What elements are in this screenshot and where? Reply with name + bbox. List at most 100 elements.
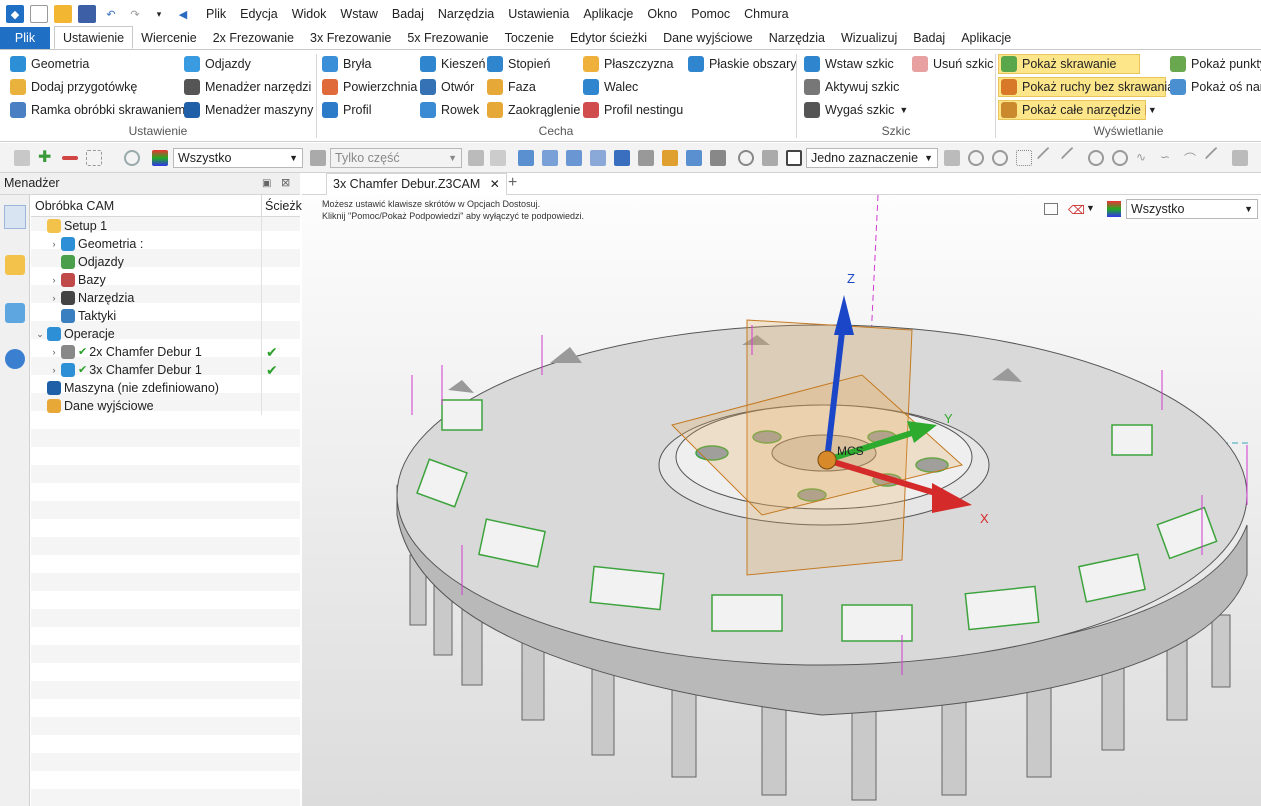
- surface-button[interactable]: Powierzchnia: [322, 77, 417, 97]
- tree-row[interactable]: › ✔ 3x Chamfer Debur 1 ✔: [31, 361, 300, 379]
- tab-badaj[interactable]: Badaj: [905, 27, 953, 49]
- play-icon[interactable]: [992, 150, 1008, 166]
- quick-access-dropdown-icon[interactable]: ▾: [150, 5, 168, 23]
- cylinder-button[interactable]: Walec: [583, 77, 638, 97]
- activate-sketch-button[interactable]: Aktywuj szkic: [804, 77, 899, 97]
- remove-icon[interactable]: [62, 156, 78, 160]
- machining-frame-button[interactable]: Ramka obróbki skrawaniem: [10, 100, 185, 120]
- tab-wizualizuj[interactable]: Wizualizuj: [833, 27, 905, 49]
- add-tab-icon[interactable]: +: [508, 173, 517, 193]
- show-tool-axis-button[interactable]: Pokaż oś narz: [1170, 77, 1261, 97]
- camera-icon[interactable]: [710, 150, 726, 166]
- solid-button[interactable]: Bryła: [322, 54, 371, 74]
- nesting-profile-button[interactable]: Profil nestingu: [583, 100, 683, 120]
- cursor-icon[interactable]: [614, 150, 630, 166]
- close-icon[interactable]: ✕: [490, 177, 500, 191]
- new-file-icon[interactable]: [30, 5, 48, 23]
- open-folder-icon[interactable]: [54, 5, 72, 23]
- close-icon[interactable]: ⊠: [281, 173, 290, 194]
- menu-narzedzia[interactable]: Narzędzia: [438, 7, 494, 21]
- selection-mode-select[interactable]: Jedno zaznaczenie ▼: [806, 148, 938, 168]
- fillet-button[interactable]: Zaokrąglenie: [487, 100, 580, 120]
- step-button[interactable]: Stopień: [487, 54, 550, 74]
- extinguish-sketch-button[interactable]: Wygaś szkic ▼: [804, 100, 908, 120]
- menu-widok[interactable]: Widok: [292, 7, 327, 21]
- document-tab[interactable]: 3x Chamfer Debur.Z3CAM ✕: [326, 173, 507, 195]
- machine-manager-button[interactable]: Menadżer maszyny: [184, 100, 313, 120]
- menu-aplikacje[interactable]: Aplikacje: [583, 7, 633, 21]
- add-stock-button[interactable]: Dodaj przygotówkę: [10, 77, 137, 97]
- arc-icon[interactable]: ⌒: [1184, 150, 1200, 166]
- circle-2-icon[interactable]: [1112, 150, 1128, 166]
- plane-button[interactable]: Płaszczyzna: [583, 54, 673, 74]
- view-2-icon[interactable]: [542, 150, 558, 166]
- tab-5x-frezowanie[interactable]: 5x Frezowanie: [399, 27, 496, 49]
- menu-edycja[interactable]: Edycja: [240, 7, 278, 21]
- approaches-button[interactable]: Odjazdy: [184, 54, 251, 74]
- part-manager-icon[interactable]: [5, 255, 25, 275]
- geometry-button[interactable]: Geometria: [10, 54, 89, 74]
- view-icon[interactable]: [518, 150, 534, 166]
- show-cutting-button[interactable]: Pokaż skrawanie: [998, 54, 1140, 74]
- menu-okno[interactable]: Okno: [647, 7, 677, 21]
- select-arrow-icon[interactable]: [14, 150, 30, 166]
- tab-aplikacje[interactable]: Aplikacje: [953, 27, 1019, 49]
- 3d-viewport[interactable]: Możesz ustawić klawisze skrótów w Opcjac…: [302, 195, 1261, 806]
- user-icon[interactable]: [5, 349, 25, 369]
- tree-row[interactable]: Dane wyjściowe: [31, 397, 300, 415]
- flat-areas-button[interactable]: Płaskie obszary: [688, 54, 797, 74]
- gear-icon[interactable]: [968, 150, 984, 166]
- tab-plik[interactable]: Plik: [0, 27, 50, 49]
- tree-row[interactable]: Maszyna (nie zdefiniowano): [31, 379, 300, 397]
- tab-wiercenie[interactable]: Wiercenie: [133, 27, 205, 49]
- expand-chevron-icon[interactable]: ⌄: [35, 325, 45, 343]
- insert-sketch-button[interactable]: Wstaw szkic: [804, 54, 894, 74]
- expand-chevron-icon[interactable]: ›: [49, 361, 59, 379]
- menu-plik[interactable]: Plik: [206, 7, 226, 21]
- undo-icon[interactable]: ↶: [102, 5, 120, 23]
- tree-row[interactable]: Setup 1: [31, 217, 300, 235]
- part-only-select[interactable]: Tylko część ▼: [330, 148, 462, 168]
- delete-sketch-button[interactable]: Usuń szkic: [912, 54, 993, 74]
- tab-2x-frezowanie[interactable]: 2x Frezowanie: [205, 27, 302, 49]
- cam-manager-icon[interactable]: [4, 205, 26, 229]
- save-icon[interactable]: [78, 5, 96, 23]
- tab-edytor-sciezki[interactable]: Edytor ścieżki: [562, 27, 655, 49]
- circle-icon[interactable]: [1088, 150, 1104, 166]
- snap-icon[interactable]: [762, 150, 778, 166]
- slot-button[interactable]: Rowek: [420, 100, 479, 120]
- show-whole-tool-button[interactable]: Pokaż całe narzędzie ▼: [998, 100, 1157, 120]
- chamfer-button[interactable]: Faza: [487, 77, 536, 97]
- column-sciezka[interactable]: Ścieżk: [265, 195, 302, 217]
- tree-row[interactable]: › ✔ 2x Chamfer Debur 1 ✔: [31, 343, 300, 361]
- folder-icon[interactable]: [662, 150, 678, 166]
- menu-badaj[interactable]: Badaj: [392, 7, 424, 21]
- tab-dane-wyjsciowe[interactable]: Dane wyjściowe: [655, 27, 761, 49]
- hole-button[interactable]: Otwór: [420, 77, 474, 97]
- collapse-left-icon[interactable]: ◀: [174, 5, 192, 23]
- menu-chmura[interactable]: Chmura: [744, 7, 788, 21]
- pocket-button[interactable]: Kieszeń: [420, 54, 485, 74]
- tool-manager-button[interactable]: Menadżer narzędzi: [184, 77, 311, 97]
- line-icon[interactable]: [1036, 146, 1060, 170]
- tab-toczenie[interactable]: Toczenie: [497, 27, 562, 49]
- tree-row[interactable]: Taktyki: [31, 307, 300, 325]
- tree-row[interactable]: Odjazdy: [31, 253, 300, 271]
- more-icon[interactable]: [1232, 150, 1248, 166]
- filter-select[interactable]: Wszystko ▼: [173, 148, 303, 168]
- menu-pomoc[interactable]: Pomoc: [691, 7, 730, 21]
- tab-narzedzia[interactable]: Narzędzia: [761, 27, 833, 49]
- tree-row[interactable]: › Narzędzia: [31, 289, 300, 307]
- image-manager-icon[interactable]: [5, 303, 25, 323]
- view-3-icon[interactable]: [566, 150, 582, 166]
- line-3-icon[interactable]: [1204, 146, 1228, 170]
- line-2-icon[interactable]: [1060, 146, 1084, 170]
- column-obrobka-cam[interactable]: Obróbka CAM: [31, 199, 114, 213]
- tree-row[interactable]: › Geometria :: [31, 235, 300, 253]
- expand-chevron-icon[interactable]: ›: [49, 235, 59, 253]
- expand-chevron-icon[interactable]: ›: [49, 271, 59, 289]
- profile-button[interactable]: Profil: [322, 100, 371, 120]
- circle-select-icon[interactable]: [124, 150, 140, 166]
- export-icon[interactable]: [686, 150, 702, 166]
- pointer-icon[interactable]: [944, 150, 960, 166]
